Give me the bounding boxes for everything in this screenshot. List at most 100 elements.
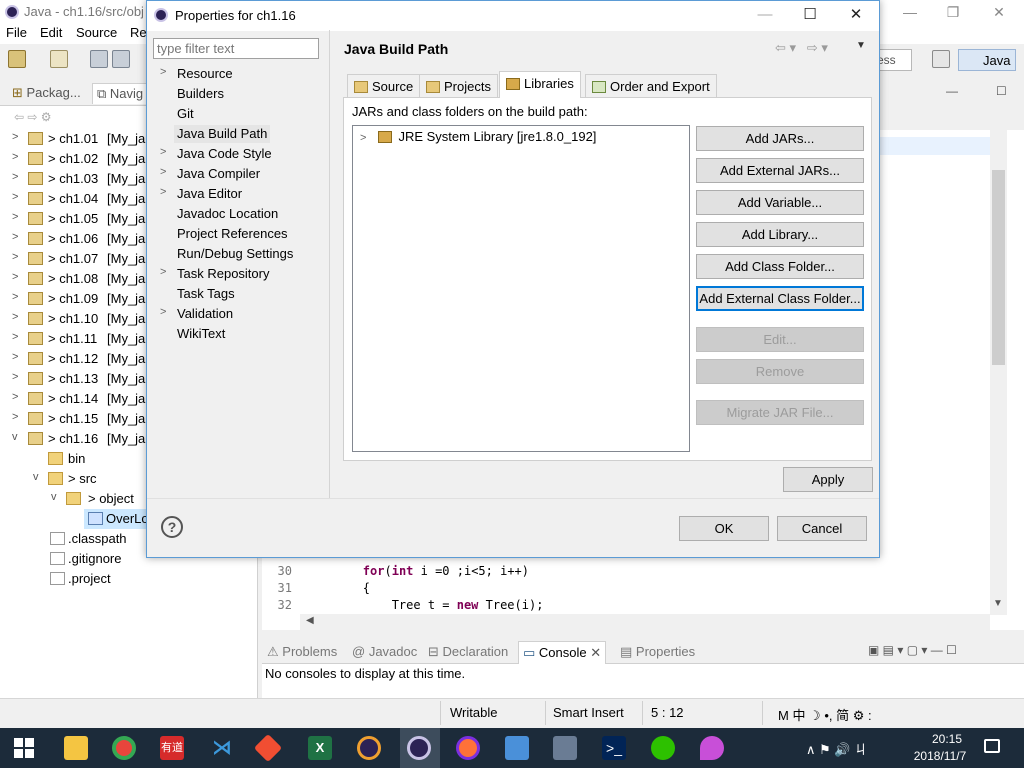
- expand-arrow-icon[interactable]: v: [33, 471, 39, 483]
- expand-arrow-icon[interactable]: >: [160, 186, 166, 198]
- expand-arrow-icon[interactable]: >: [160, 66, 166, 78]
- code-line[interactable]: Tree t = new Tree(i);: [305, 598, 544, 612]
- add-library-button[interactable]: Add Library...: [696, 222, 864, 247]
- tab-libraries[interactable]: Libraries: [499, 71, 581, 98]
- restore-icon[interactable]: ❐: [938, 2, 968, 22]
- expand-arrow-icon[interactable]: >: [160, 146, 166, 158]
- open-perspective-icon[interactable]: [932, 50, 950, 68]
- add-external-jars-button[interactable]: Add External JARs...: [696, 158, 864, 183]
- expand-arrow-icon[interactable]: >: [12, 351, 18, 363]
- expand-arrow-icon[interactable]: >: [12, 371, 18, 383]
- back-icon[interactable]: ⇦ ▾: [775, 40, 796, 55]
- filter-input[interactable]: [153, 38, 319, 59]
- java-perspective-button[interactable]: Java: [958, 49, 1016, 71]
- wechat-icon[interactable]: [651, 736, 675, 760]
- add-class-folder-button[interactable]: Add Class Folder...: [696, 254, 864, 279]
- clock-date[interactable]: 2018/11/7: [900, 749, 980, 763]
- expand-arrow-icon[interactable]: >: [12, 291, 18, 303]
- save-all-icon[interactable]: [112, 50, 130, 68]
- expand-arrow-icon[interactable]: >: [12, 151, 18, 163]
- expand-arrow-icon[interactable]: v: [51, 491, 57, 503]
- dialog-minimize-icon[interactable]: —: [750, 4, 780, 26]
- tab-problems[interactable]: ⚠ Problems: [267, 644, 337, 660]
- close-tab-icon[interactable]: ✕: [587, 645, 601, 660]
- add-jars-button[interactable]: Add JARs...: [696, 126, 864, 151]
- tab-declaration[interactable]: ⊟ Declaration: [428, 644, 508, 660]
- tab-properties[interactable]: ▤ Properties: [620, 644, 695, 660]
- page-menu-icon[interactable]: ▼: [856, 40, 866, 51]
- explorer-nav-arrows[interactable]: ⇦ ⇨ ⚙: [14, 110, 52, 124]
- powershell-icon[interactable]: >_: [602, 736, 626, 760]
- eclipse-active-icon[interactable]: [407, 736, 431, 760]
- system-tray[interactable]: ∧ ⚑ 🔊 ㄐ: [806, 739, 867, 758]
- code-line[interactable]: {: [305, 581, 370, 595]
- scroll-down-icon[interactable]: ▼: [993, 598, 1003, 609]
- forward-icon[interactable]: ⇨ ▾: [807, 40, 828, 55]
- tab-console[interactable]: ▭ Console ✕: [518, 641, 607, 664]
- console-view-toolbar[interactable]: ▣ ▤ ▾ ▢ ▾ — ☐: [868, 643, 957, 657]
- tree-file-project[interactable]: .project: [0, 569, 258, 589]
- expand-arrow-icon[interactable]: >: [12, 391, 18, 403]
- dialog-close-icon[interactable]: ✕: [841, 4, 871, 26]
- menu-refactor[interactable]: Re: [130, 25, 147, 40]
- clock-time[interactable]: 20:15: [922, 732, 972, 746]
- expand-arrow-icon[interactable]: >: [12, 211, 18, 223]
- vscode-icon[interactable]: ⋊: [210, 736, 234, 760]
- ime-toolbar[interactable]: M 中 ☽ •, 简 ⚙ :: [778, 705, 872, 724]
- add-external-class-folder-button[interactable]: Add External Class Folder...: [696, 286, 864, 311]
- expand-arrow-icon[interactable]: >: [12, 311, 18, 323]
- expand-arrow-icon[interactable]: v: [12, 431, 18, 443]
- library-tree[interactable]: [352, 125, 690, 452]
- tab-javadoc[interactable]: @ Javadoc: [352, 644, 417, 659]
- close-icon[interactable]: ✕: [984, 2, 1014, 22]
- minimize-icon[interactable]: —: [895, 2, 925, 22]
- minimize-view-icon[interactable]: —: [946, 84, 958, 98]
- expand-arrow-icon[interactable]: >: [12, 411, 18, 423]
- file-explorer-icon[interactable]: [64, 736, 88, 760]
- library-jre-system[interactable]: > JRE System Library [jre1.8.0_192]: [360, 129, 596, 144]
- eclipse-taskbar-icon[interactable]: [357, 736, 381, 760]
- youdao-icon[interactable]: 有道: [160, 736, 184, 760]
- expand-arrow-icon[interactable]: >: [160, 306, 166, 318]
- expand-arrow-icon[interactable]: >: [12, 171, 18, 183]
- expand-arrow-icon[interactable]: >: [360, 132, 366, 144]
- help-icon[interactable]: ?: [161, 516, 183, 538]
- tab-package-explorer[interactable]: ⊞ Packag...: [12, 85, 81, 101]
- remove-button[interactable]: Remove: [696, 359, 864, 384]
- editor-horizontal-scrollbar[interactable]: [300, 614, 990, 630]
- menu-source[interactable]: Source: [76, 25, 117, 40]
- save-icon[interactable]: [90, 50, 108, 68]
- chrome-icon[interactable]: [112, 736, 136, 760]
- expand-arrow-icon[interactable]: >: [12, 191, 18, 203]
- new-icon[interactable]: [8, 50, 26, 68]
- expand-arrow-icon[interactable]: >: [12, 251, 18, 263]
- menu-edit[interactable]: Edit: [40, 25, 62, 40]
- tab-projects[interactable]: Projects: [419, 74, 498, 98]
- code-line[interactable]: for(int i =0 ;i<5; i++): [305, 564, 529, 578]
- page-history-nav[interactable]: ⇦ ▾ ⇨ ▾: [775, 40, 828, 56]
- migrate-jar-button[interactable]: Migrate JAR File...: [696, 400, 864, 425]
- expand-arrow-icon[interactable]: >: [160, 166, 166, 178]
- tab-source[interactable]: Source: [347, 74, 421, 98]
- expand-arrow-icon[interactable]: >: [12, 231, 18, 243]
- tab-order-export[interactable]: Order and Export: [585, 74, 717, 98]
- expand-arrow-icon[interactable]: >: [160, 266, 166, 278]
- control-panel-icon[interactable]: [505, 736, 529, 760]
- windows-start-icon[interactable]: [14, 738, 34, 758]
- tab-navigator[interactable]: ⧉ Navig: [92, 83, 149, 104]
- app-icon[interactable]: [700, 736, 724, 760]
- expand-arrow-icon[interactable]: >: [12, 331, 18, 343]
- cancel-button[interactable]: Cancel: [777, 516, 867, 541]
- scroll-left-icon[interactable]: ◀: [306, 615, 314, 626]
- editor-scroll-thumb[interactable]: [992, 170, 1005, 365]
- notification-center-icon[interactable]: [984, 739, 1000, 753]
- edit-button[interactable]: Edit...: [696, 327, 864, 352]
- expand-arrow-icon[interactable]: >: [12, 271, 18, 283]
- excel-icon[interactable]: X: [308, 736, 332, 760]
- menu-file[interactable]: File: [6, 25, 27, 40]
- add-variable-button[interactable]: Add Variable...: [696, 190, 864, 215]
- dialog-maximize-icon[interactable]: ☐: [795, 4, 825, 26]
- new-wizard-icon[interactable]: [50, 50, 68, 68]
- firefox-icon[interactable]: [456, 736, 480, 760]
- ok-button[interactable]: OK: [679, 516, 769, 541]
